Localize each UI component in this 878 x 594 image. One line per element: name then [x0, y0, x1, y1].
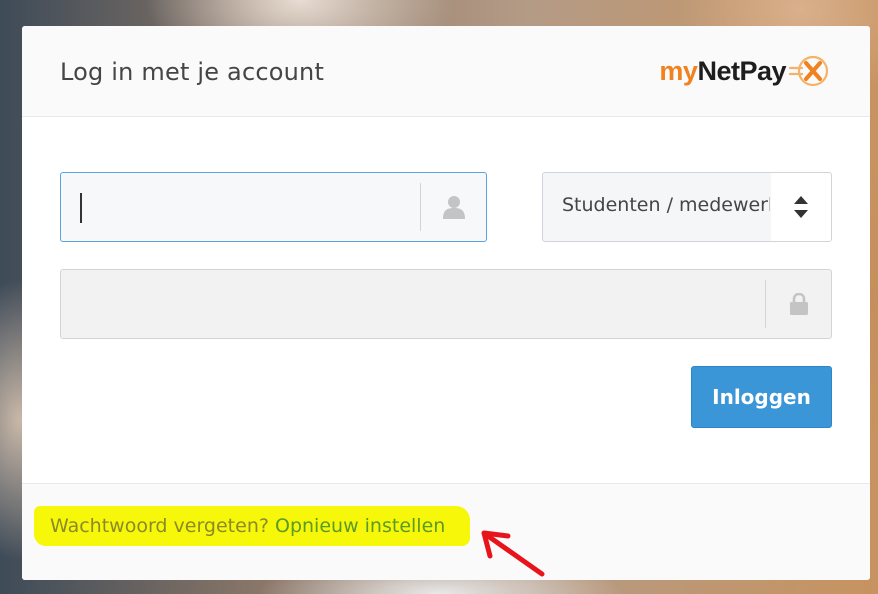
card-footer: Wachtwoord vergeten? Opnieuw instellen — [22, 483, 870, 580]
login-button[interactable]: Inloggen — [691, 366, 832, 428]
logo-text-netpay: NetPay — [697, 55, 786, 86]
page-title: Log in met je account — [60, 58, 325, 86]
username-addon — [420, 183, 486, 231]
netpay-x-icon — [788, 55, 829, 87]
lock-icon — [789, 293, 808, 315]
user-icon — [442, 196, 465, 219]
username-input-group — [60, 172, 487, 242]
user-type-selected: Studenten / medewerkers — [562, 194, 770, 216]
forgot-password-text: Wachtwoord vergeten? Opnieuw instellen — [50, 515, 445, 537]
user-type-select[interactable]: Studenten / medewerkers — [542, 172, 832, 242]
forgot-password-label: Wachtwoord vergeten? — [50, 515, 269, 537]
password-addon — [765, 280, 831, 328]
text-caret — [80, 193, 82, 223]
red-arrow-annotation — [481, 530, 545, 577]
card-header: Log in met je account myNetPay — [22, 26, 870, 117]
logo-text-my: my — [659, 55, 698, 86]
username-input[interactable] — [61, 173, 420, 241]
password-input-group — [60, 269, 832, 339]
sort-arrows-icon — [794, 196, 808, 218]
card-body: Studenten / medewerkers Inloggen — [22, 117, 870, 483]
select-arrow — [771, 173, 831, 241]
reset-password-link[interactable]: Opnieuw instellen — [275, 515, 445, 537]
login-card: Log in met je account myNetPay Studenten… — [22, 26, 870, 580]
password-input[interactable] — [61, 270, 765, 338]
mynetpay-logo: myNetPay — [659, 54, 830, 88]
